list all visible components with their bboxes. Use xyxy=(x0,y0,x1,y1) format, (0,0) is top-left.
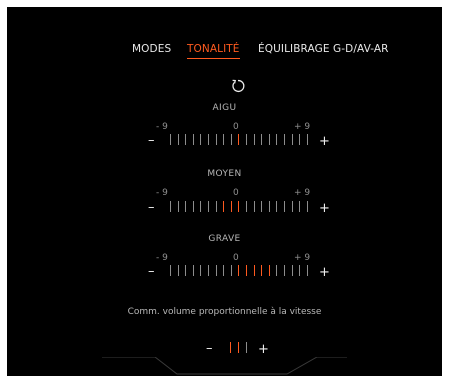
mid-max-label: + 9 xyxy=(294,188,311,198)
tab-equilibrage[interactable]: ÉQUILIBRAGE G-D/AV-AR xyxy=(258,43,389,55)
scale-tick xyxy=(246,265,247,276)
speed-volume-increase-button[interactable]: + xyxy=(258,343,269,356)
bass-zero-label: 0 xyxy=(233,253,239,263)
tone-settings-screen: MODES TONALITÉ ÉQUILIBRAGE G-D/AV-AR AIG… xyxy=(7,7,442,376)
mid-increase-button[interactable]: + xyxy=(319,202,330,215)
scale-tick xyxy=(284,201,285,212)
bottom-frame-line xyxy=(102,357,347,375)
scale-tick xyxy=(291,201,293,212)
active-tab-underline xyxy=(187,58,240,59)
scale-tick xyxy=(284,134,285,145)
mid-scale[interactable] xyxy=(168,201,310,213)
scale-tick xyxy=(276,201,278,212)
scale-tick xyxy=(230,201,232,212)
treble-decrease-button[interactable]: – xyxy=(148,134,155,147)
tab-modes[interactable]: MODES xyxy=(132,43,171,55)
bass-min-label: - 9 xyxy=(156,253,168,263)
scale-tick xyxy=(238,201,240,212)
scale-tick xyxy=(238,134,240,145)
treble-zero-label: 0 xyxy=(233,122,239,132)
scale-tick xyxy=(268,265,270,276)
speed-volume-step xyxy=(238,342,239,353)
scale-tick xyxy=(208,134,209,145)
bass-scale[interactable] xyxy=(168,265,310,277)
speed-volume-step xyxy=(230,342,231,353)
scale-tick xyxy=(299,134,301,145)
scale-tick xyxy=(268,134,270,145)
scale-tick xyxy=(215,201,217,212)
scale-tick xyxy=(238,265,240,276)
scale-tick xyxy=(185,134,187,145)
treble-max-label: + 9 xyxy=(294,122,311,132)
treble-label: AIGU xyxy=(212,103,237,113)
mid-zero-label: 0 xyxy=(233,188,239,198)
scale-tick xyxy=(299,201,301,212)
scale-tick xyxy=(223,265,225,276)
scale-tick xyxy=(253,201,255,212)
speed-volume-label: Comm. volume proportionnelle à la vitess… xyxy=(127,307,322,317)
scale-tick xyxy=(291,134,293,145)
treble-min-label: - 9 xyxy=(156,122,168,132)
scale-tick xyxy=(261,201,263,212)
tab-tonalite[interactable]: TONALITÉ xyxy=(187,43,240,59)
mid-min-label: - 9 xyxy=(156,188,168,198)
scale-tick xyxy=(215,134,217,145)
tab-modes-label: MODES xyxy=(132,43,172,55)
scale-tick xyxy=(185,265,187,276)
tab-bar: MODES TONALITÉ ÉQUILIBRAGE G-D/AV-AR xyxy=(7,43,442,63)
scale-tick xyxy=(200,134,202,145)
scale-tick xyxy=(246,134,247,145)
scale-tick xyxy=(268,201,270,212)
scale-tick xyxy=(276,265,278,276)
scale-tick xyxy=(299,265,301,276)
scale-tick xyxy=(306,134,308,145)
speed-volume-step xyxy=(246,342,247,353)
bass-increase-button[interactable]: + xyxy=(319,266,330,279)
scale-tick xyxy=(253,134,255,145)
mid-label: MOYEN xyxy=(207,169,242,179)
tab-tonalite-label: TONALITÉ xyxy=(187,43,240,55)
scale-tick xyxy=(215,265,217,276)
scale-tick xyxy=(306,265,308,276)
reset-icon[interactable] xyxy=(229,77,247,95)
scale-tick xyxy=(276,134,278,145)
scale-tick xyxy=(177,134,179,145)
scale-tick xyxy=(192,265,194,276)
bass-max-label: + 9 xyxy=(294,253,311,263)
scale-tick xyxy=(223,201,225,212)
scale-tick xyxy=(291,265,293,276)
scale-tick xyxy=(208,265,209,276)
speed-volume-scale[interactable] xyxy=(226,342,250,354)
treble-scale[interactable] xyxy=(168,134,310,146)
treble-increase-button[interactable]: + xyxy=(319,135,330,148)
speed-volume-decrease-button[interactable]: – xyxy=(206,342,213,355)
scale-tick xyxy=(185,201,187,212)
scale-tick xyxy=(223,134,225,145)
scale-tick xyxy=(192,134,194,145)
bass-decrease-button[interactable]: – xyxy=(148,265,155,278)
scale-tick xyxy=(230,265,232,276)
bass-label: GRAVE xyxy=(208,234,241,244)
scale-tick xyxy=(253,265,255,276)
scale-tick xyxy=(177,201,179,212)
tab-equilibrage-label: ÉQUILIBRAGE G-D/AV-AR xyxy=(258,43,389,55)
scale-tick xyxy=(284,265,285,276)
scale-tick xyxy=(261,265,263,276)
scale-tick xyxy=(170,134,171,145)
scale-tick xyxy=(261,134,263,145)
scale-tick xyxy=(200,265,202,276)
scale-tick xyxy=(306,201,308,212)
scale-tick xyxy=(200,201,202,212)
scale-tick xyxy=(170,201,171,212)
scale-tick xyxy=(230,134,232,145)
scale-tick xyxy=(246,201,247,212)
scale-tick xyxy=(170,265,171,276)
mid-decrease-button[interactable]: – xyxy=(148,201,155,214)
scale-tick xyxy=(192,201,194,212)
scale-tick xyxy=(208,201,209,212)
scale-tick xyxy=(177,265,179,276)
